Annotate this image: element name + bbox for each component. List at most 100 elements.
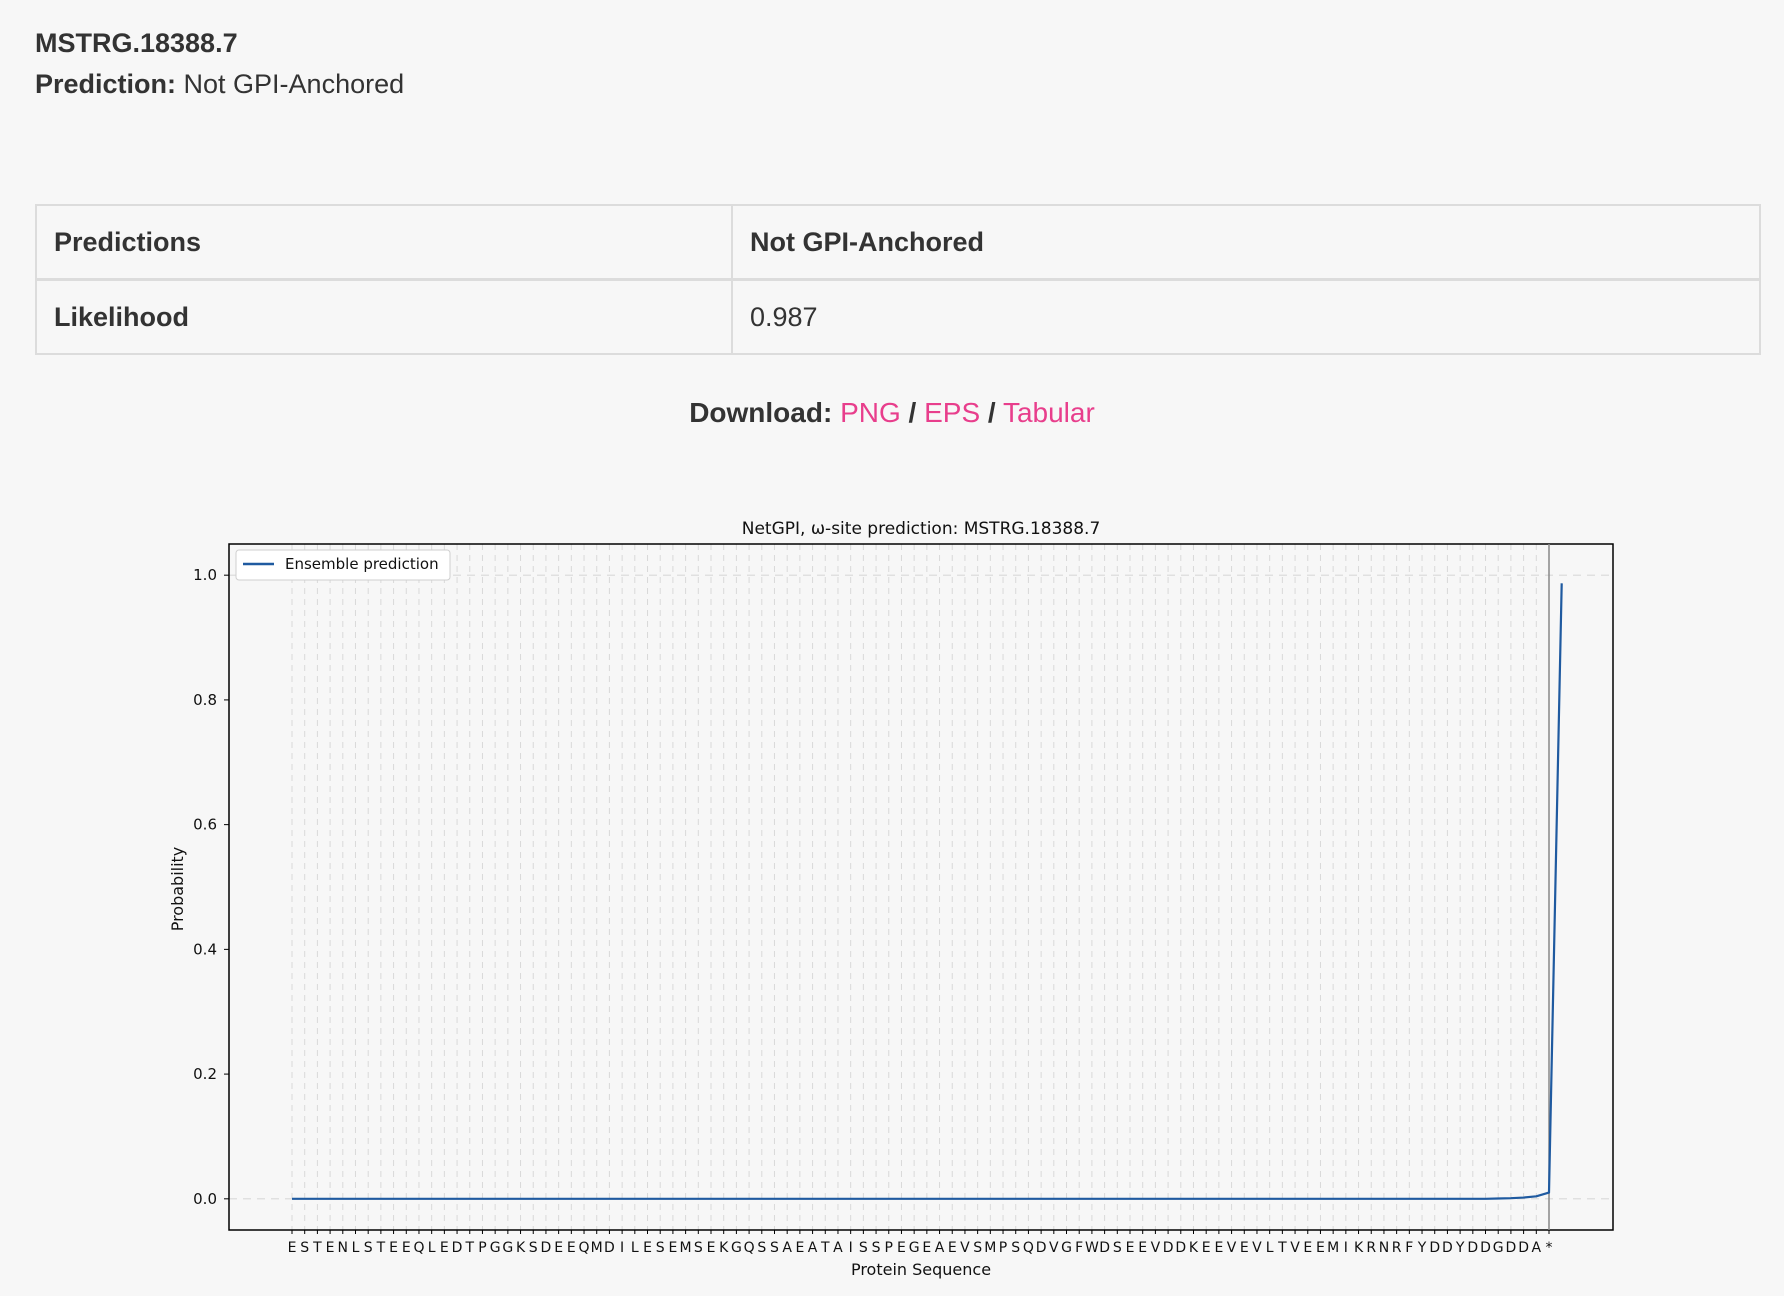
x-tick-label: E [402,1240,411,1256]
x-tick-label: D [1518,1240,1529,1256]
download-tabular-link[interactable]: Tabular [1003,397,1095,428]
y-tick-label: 0.8 [193,691,217,709]
x-tick-label: E [1214,1240,1223,1256]
x-tick-label: I [620,1240,624,1256]
x-tick-label: Q [579,1240,590,1256]
x-tick-label: V [960,1240,970,1256]
x-tick-label: A [935,1240,945,1256]
link-separator: / [987,397,996,428]
x-tick-label: S [694,1240,703,1256]
x-tick-label: * [1546,1240,1553,1256]
download-png-link[interactable]: PNG [840,397,901,428]
x-tick-label: V [1227,1240,1237,1256]
x-tick-label: G [1493,1240,1504,1256]
table-row: Likelihood 0.987 [35,278,1761,355]
x-tick-label: K [1354,1240,1364,1256]
x-tick-label: V [1290,1240,1300,1256]
x-tick-label: L [428,1240,436,1256]
x-tick-label: N [1379,1240,1389,1256]
x-tick-label: E [554,1240,563,1256]
x-tick-label: E [440,1240,449,1256]
x-tick-label: Q [1023,1240,1034,1256]
x-tick-label: E [1126,1240,1135,1256]
y-axis-label: Probability [168,847,187,932]
x-tick-label: A [1532,1240,1542,1256]
x-tick-label: E [948,1240,957,1256]
x-tick-label: S [757,1240,766,1256]
x-tick-label: S [770,1240,779,1256]
prediction-label: Prediction: [35,69,177,99]
x-tick-label: E [1316,1240,1325,1256]
x-tick-label: S [859,1240,868,1256]
x-tick-label: D [604,1240,615,1256]
x-tick-label: S [973,1240,982,1256]
x-tick-label: M [1327,1240,1339,1256]
x-tick-label: D [1442,1240,1453,1256]
x-tick-label: A [782,1240,792,1256]
x-tick-label: P [478,1240,486,1256]
x-tick-label: E [643,1240,652,1256]
y-tick-label: 0.4 [193,940,217,958]
x-tick-label: T [820,1240,830,1256]
table-key-cell: Predictions [35,204,733,281]
x-tick-label: E [389,1240,398,1256]
x-tick-label: T [376,1240,386,1256]
results-table: Predictions Not GPI-Anchored Likelihood … [35,204,1761,355]
x-tick-label: V [1252,1240,1262,1256]
x-tick-label: S [300,1240,309,1256]
x-tick-label: E [795,1240,804,1256]
x-tick-label: E [897,1240,906,1256]
x-tick-label: E [1240,1240,1249,1256]
x-tick-label: E [922,1240,931,1256]
x-axis-label: Protein Sequence [851,1260,991,1279]
x-tick-label: L [631,1240,639,1256]
x-tick-label: E [668,1240,677,1256]
x-tick-label: E [1138,1240,1147,1256]
x-tick-label: P [885,1240,893,1256]
x-tick-label: S [656,1240,665,1256]
x-tick-label: E [1303,1240,1312,1256]
x-tick-label: E [326,1240,335,1256]
x-tick-label: W [1085,1240,1099,1256]
x-tick-label: S [364,1240,373,1256]
x-tick-label: I [1344,1240,1348,1256]
x-tick-label: A [808,1240,818,1256]
download-bar: Download: PNG / EPS / Tabular [0,397,1784,429]
chart-ticks: 0.00.20.40.60.81.0E S T E N L S T E E Q L E D T P G G K S D E… [193,566,1552,1256]
x-tick-label: N [338,1240,348,1256]
x-tick-label: D [452,1240,463,1256]
prediction-value: Not GPI-Anchored [183,69,405,99]
x-tick-label: E [288,1240,297,1256]
x-tick-label: D [1163,1240,1174,1256]
x-tick-label: E [1202,1240,1211,1256]
x-tick-label: T [312,1240,322,1256]
x-tick-label: D [1429,1240,1440,1256]
y-tick-label: 0.2 [193,1065,217,1083]
x-tick-label: D [1099,1240,1110,1256]
x-tick-label: Q [744,1240,755,1256]
download-label: Download: [689,397,833,428]
x-tick-label: Q [413,1240,424,1256]
x-tick-label: G [731,1240,742,1256]
x-tick-label: K [1189,1240,1199,1256]
x-tick-label: F [1075,1240,1083,1256]
table-key-cell: Likelihood [35,278,733,355]
x-tick-label: M [984,1240,996,1256]
x-tick-label: I [849,1240,853,1256]
x-tick-label: E [567,1240,576,1256]
x-tick-label: K [516,1240,526,1256]
y-tick-label: 0.6 [193,816,217,834]
plot-frame [228,543,1614,1231]
x-tick-label: M [591,1240,603,1256]
x-tick-label: G [909,1240,920,1256]
x-tick-label: S [1113,1240,1122,1256]
x-tick-label: D [541,1240,552,1256]
x-tick-label: M [680,1240,692,1256]
x-tick-label: L [1266,1240,1274,1256]
x-tick-label: K [719,1240,729,1256]
prediction-line: Prediction: Not GPI-Anchored [35,67,404,101]
x-tick-label: D [1175,1240,1186,1256]
x-tick-label: G [1061,1240,1072,1256]
download-eps-link[interactable]: EPS [924,397,980,428]
chart-title: NetGPI, ω-site prediction: MSTRG.18388.7 [742,519,1101,539]
